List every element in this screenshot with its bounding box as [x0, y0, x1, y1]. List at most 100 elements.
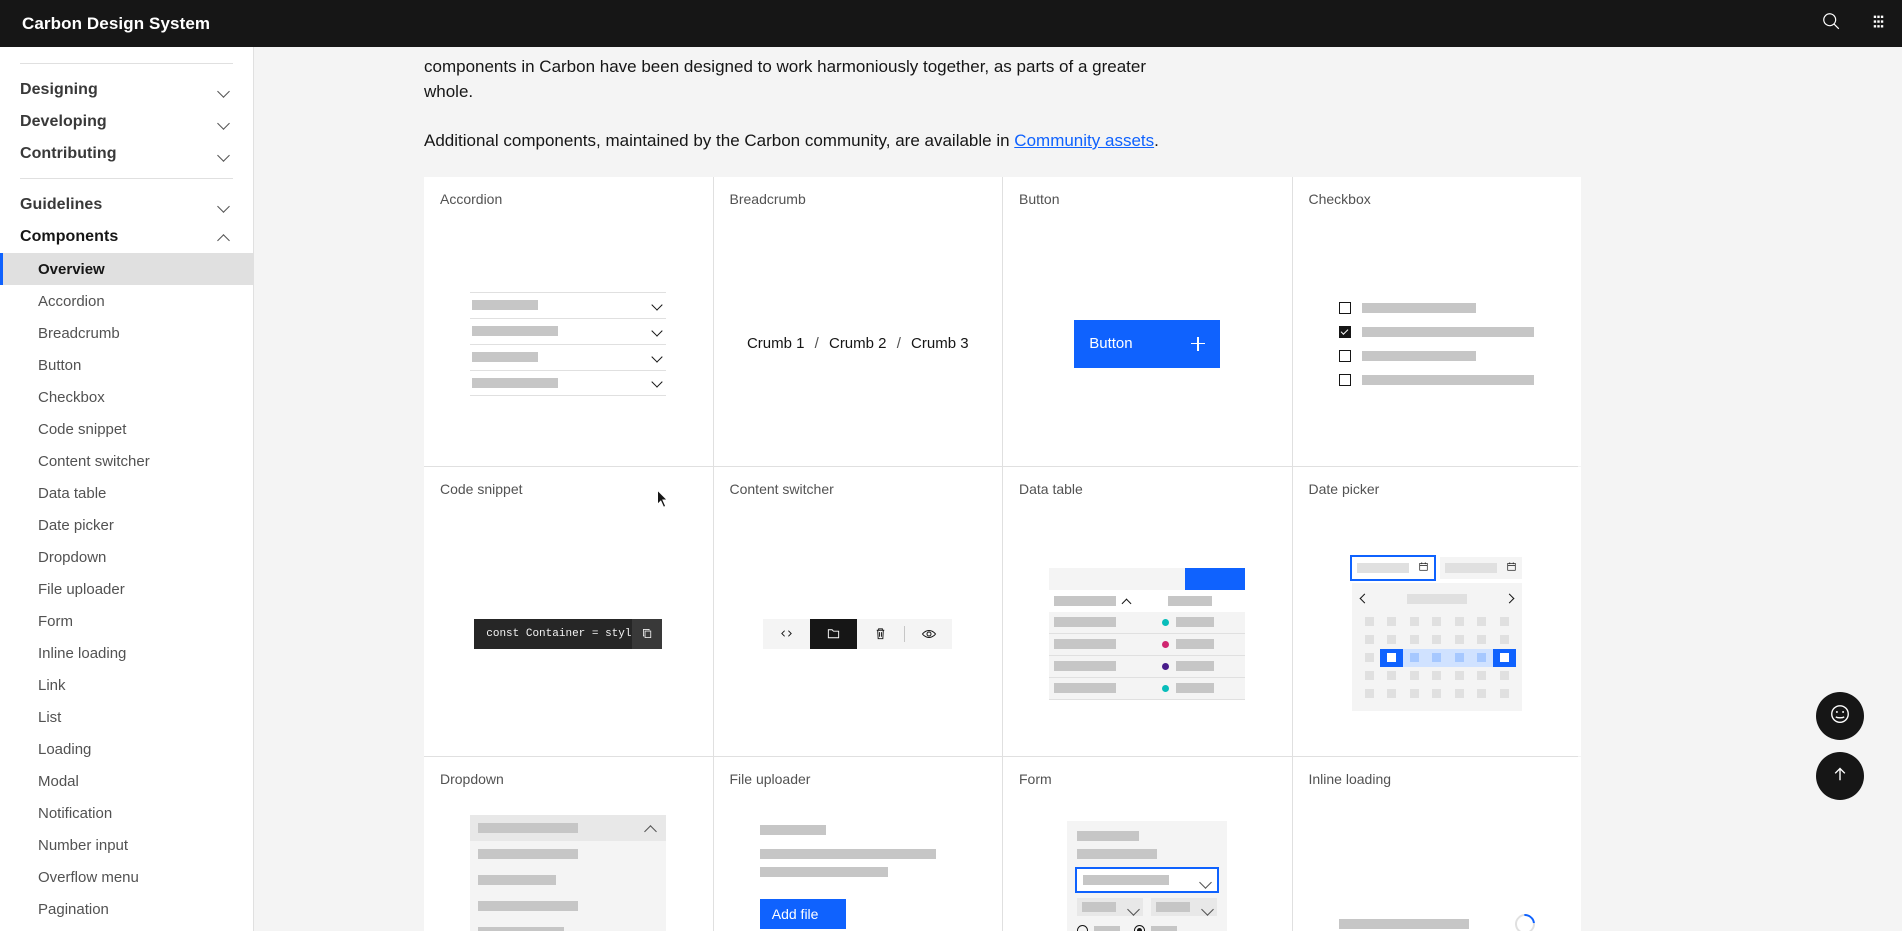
- sidebar-item-file-uploader[interactable]: File uploader: [0, 573, 253, 605]
- calendar-day-selected[interactable]: [1380, 648, 1403, 667]
- calendar-day[interactable]: [1403, 667, 1426, 685]
- calendar-day[interactable]: [1425, 685, 1448, 703]
- card-button[interactable]: Button Button: [1003, 177, 1292, 466]
- chevron-right-icon[interactable]: [1505, 593, 1516, 604]
- card-accordion[interactable]: Accordion: [424, 177, 713, 466]
- date-input-end[interactable]: [1439, 556, 1522, 579]
- card-data-table[interactable]: Data table: [1003, 467, 1292, 756]
- calendar-day[interactable]: [1425, 667, 1448, 685]
- calendar-day-in-range[interactable]: [1425, 648, 1449, 667]
- checkbox-icon[interactable]: [1338, 349, 1351, 362]
- sidebar-item-code-snippet[interactable]: Code snippet: [0, 413, 253, 445]
- calendar-day[interactable]: [1471, 631, 1494, 649]
- calendar-day[interactable]: [1380, 613, 1403, 631]
- sidebar-item-number-input[interactable]: Number input: [0, 829, 253, 861]
- sidebar-item-accordion[interactable]: Accordion: [0, 285, 253, 317]
- sidebar-item-progress-indicator[interactable]: Progress indicator: [0, 925, 253, 931]
- calendar-day[interactable]: [1403, 613, 1426, 631]
- switcher-item-trash[interactable]: [857, 619, 904, 649]
- calendar-day-in-range[interactable]: [1448, 648, 1471, 667]
- calendar-day[interactable]: [1448, 685, 1471, 703]
- table-row[interactable]: [1049, 677, 1246, 700]
- sidebar-item-checkbox[interactable]: Checkbox: [0, 381, 253, 413]
- sidebar-item-date-picker[interactable]: Date picker: [0, 509, 253, 541]
- sidebar-item-list[interactable]: List: [0, 701, 253, 733]
- card-form[interactable]: Form: [1003, 757, 1292, 931]
- sidebar-section-components[interactable]: Components: [0, 221, 253, 253]
- sidebar-item-dropdown[interactable]: Dropdown: [0, 541, 253, 573]
- card-file-uploader[interactable]: File uploader Add file: [713, 757, 1002, 931]
- sidebar-section-developing[interactable]: Developing: [0, 106, 253, 138]
- calendar-day[interactable]: [1471, 667, 1494, 685]
- breadcrumb-item[interactable]: Crumb 1: [747, 335, 805, 352]
- calendar-day-in-range[interactable]: [1402, 648, 1426, 667]
- search-button[interactable]: [1808, 0, 1855, 47]
- switcher-item-code[interactable]: [763, 619, 810, 649]
- dropdown-trigger[interactable]: [470, 815, 667, 841]
- table-row[interactable]: [1049, 655, 1246, 678]
- card-code-snippet[interactable]: Code snippet const Container = styl: [424, 467, 713, 756]
- sidebar-item-form[interactable]: Form: [0, 605, 253, 637]
- card-breadcrumb[interactable]: Breadcrumb Crumb 1 / Crumb 2 / Crumb 3: [713, 177, 1002, 466]
- community-assets-link[interactable]: Community assets: [1014, 131, 1154, 150]
- calendar-day[interactable]: [1358, 667, 1381, 685]
- calendar-day[interactable]: [1358, 631, 1381, 649]
- dropdown-option[interactable]: [470, 893, 666, 919]
- checkbox-row[interactable]: [1338, 320, 1535, 344]
- calendar-day[interactable]: [1471, 685, 1494, 703]
- dropdown-option[interactable]: [470, 867, 666, 893]
- calendar-day[interactable]: [1403, 685, 1426, 703]
- calendar-day[interactable]: [1380, 685, 1403, 703]
- form-select-left[interactable]: [1077, 898, 1144, 916]
- checkbox-icon[interactable]: [1338, 301, 1351, 314]
- checkbox-row[interactable]: [1338, 368, 1535, 392]
- app-switcher-button[interactable]: [1855, 0, 1902, 47]
- radio-option-1[interactable]: [1077, 925, 1121, 931]
- breadcrumb-item[interactable]: Crumb 3: [911, 335, 969, 352]
- accordion-row[interactable]: [470, 343, 667, 370]
- calendar-day[interactable]: [1380, 631, 1403, 649]
- card-dropdown[interactable]: Dropdown: [424, 757, 713, 931]
- switcher-item-folder[interactable]: [810, 618, 858, 649]
- sidebar-section-guidelines[interactable]: Guidelines: [0, 189, 253, 221]
- switcher-item-eye[interactable]: [905, 619, 952, 649]
- checkbox-row[interactable]: [1338, 296, 1535, 320]
- dropdown-option[interactable]: [470, 841, 666, 867]
- accordion-row[interactable]: [470, 291, 667, 318]
- dropdown-option[interactable]: [470, 919, 666, 931]
- sidebar-item-notification[interactable]: Notification: [0, 797, 253, 829]
- sidebar-item-overflow-menu[interactable]: Overflow menu: [0, 861, 253, 893]
- calendar-day[interactable]: [1493, 685, 1516, 703]
- sort-ascending-icon[interactable]: [1122, 596, 1132, 606]
- calendar-day[interactable]: [1358, 685, 1381, 703]
- calendar-day[interactable]: [1493, 613, 1516, 631]
- sidebar-item-data-table[interactable]: Data table: [0, 477, 253, 509]
- form-select-right[interactable]: [1151, 898, 1218, 916]
- card-checkbox[interactable]: Checkbox: [1292, 177, 1581, 466]
- back-to-top-button[interactable]: [1816, 752, 1864, 800]
- sidebar-item-inline-loading[interactable]: Inline loading: [0, 637, 253, 669]
- card-date-picker[interactable]: Date picker: [1292, 467, 1581, 756]
- sidebar-item-loading[interactable]: Loading: [0, 733, 253, 765]
- table-row[interactable]: [1049, 611, 1246, 634]
- calendar-day[interactable]: [1448, 631, 1471, 649]
- radio-option-2[interactable]: [1134, 925, 1178, 931]
- calendar-day[interactable]: [1425, 613, 1448, 631]
- calendar-day[interactable]: [1448, 667, 1471, 685]
- primary-button-preview[interactable]: Button: [1074, 319, 1221, 368]
- feedback-button[interactable]: [1816, 692, 1864, 740]
- date-input-start[interactable]: [1349, 554, 1436, 581]
- sidebar-item-breadcrumb[interactable]: Breadcrumb: [0, 317, 253, 349]
- checkbox-checked-icon[interactable]: [1338, 325, 1351, 338]
- calendar-day[interactable]: [1493, 667, 1516, 685]
- table-row[interactable]: [1049, 633, 1246, 656]
- sidebar-item-button[interactable]: Button: [0, 349, 253, 381]
- calendar-day[interactable]: [1471, 613, 1494, 631]
- sidebar-section-designing[interactable]: Designing: [0, 74, 253, 106]
- accordion-row[interactable]: [470, 317, 667, 344]
- checkbox-icon[interactable]: [1338, 373, 1351, 386]
- sidebar-item-overview[interactable]: Overview: [0, 253, 253, 285]
- calendar-day[interactable]: [1493, 631, 1516, 649]
- calendar-day[interactable]: [1358, 649, 1381, 667]
- toolbar-search[interactable]: [1049, 567, 1186, 590]
